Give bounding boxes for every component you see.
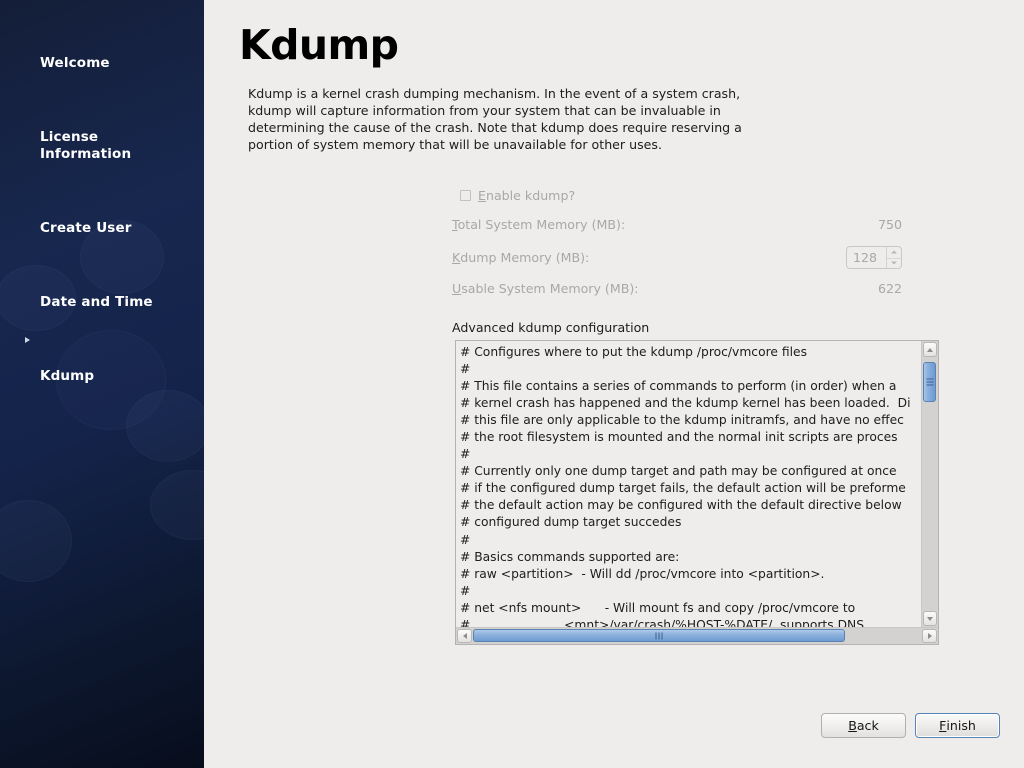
enable-kdump-row[interactable]: Enable kdump? xyxy=(460,188,575,203)
finish-button-mnemonic: F xyxy=(939,718,946,733)
sidebar-item-kdump[interactable]: Kdump xyxy=(0,331,204,405)
scrollbar-grip-icon xyxy=(926,379,933,386)
page-description: Kdump is a kernel crash dumping mechanis… xyxy=(248,85,742,153)
enable-kdump-checkbox[interactable] xyxy=(460,190,471,201)
sidebar-item-label: Create User xyxy=(40,220,194,237)
usable-system-memory-label-rest: sable System Memory (MB): xyxy=(461,281,638,296)
kdump-memory-row: Kdump Memory (MB): 128 xyxy=(452,246,902,269)
kdump-memory-label-rest: dump Memory (MB): xyxy=(460,250,589,265)
advanced-config-textarea[interactable]: # Configures where to put the kdump /pro… xyxy=(456,341,921,627)
usable-system-memory-value: 622 xyxy=(878,281,902,296)
sidebar-item-date-and-time[interactable]: Date and Time xyxy=(0,257,204,331)
back-button[interactable]: Back xyxy=(821,713,906,738)
editor-body: # Configures where to put the kdump /pro… xyxy=(456,341,938,627)
advanced-config-editor: # Configures where to put the kdump /pro… xyxy=(455,340,939,645)
back-button-label: ack xyxy=(857,718,879,733)
enable-kdump-mnemonic: E xyxy=(478,188,486,203)
footer-buttons: Back Finish xyxy=(821,713,1000,738)
horizontal-scrollbar[interactable] xyxy=(456,627,938,644)
advanced-config-label: Advanced kdump configuration xyxy=(452,320,649,335)
finish-button-label: inish xyxy=(946,718,976,733)
usable-system-memory-mnemonic: U xyxy=(452,281,461,296)
sidebar: Welcome License Information Create User … xyxy=(0,0,204,768)
back-button-mnemonic: B xyxy=(848,718,857,733)
total-system-memory-row: Total System Memory (MB): 750 xyxy=(452,217,902,232)
total-system-memory-value: 750 xyxy=(878,217,902,232)
active-arrow-icon xyxy=(25,337,30,343)
total-system-memory-label: Total System Memory (MB): xyxy=(452,217,625,232)
vertical-scrollbar-track[interactable] xyxy=(923,358,937,610)
sidebar-item-label: Welcome xyxy=(40,55,194,72)
sidebar-item-label: Kdump xyxy=(40,368,194,385)
kdump-memory-input[interactable]: 128 xyxy=(847,247,886,268)
page-title: Kdump xyxy=(239,21,398,69)
kdump-memory-label: Kdump Memory (MB): xyxy=(452,250,589,265)
scrollbar-grip-icon xyxy=(655,632,662,639)
vertical-scrollbar-thumb[interactable] xyxy=(923,362,936,402)
sidebar-item-license-information[interactable]: License Information xyxy=(0,92,204,183)
kdump-memory-stepper-buttons xyxy=(886,247,901,268)
total-system-memory-label-rest: otal System Memory (MB): xyxy=(458,217,626,232)
scroll-left-icon[interactable] xyxy=(457,629,472,643)
main-content: Kdump Kdump is a kernel crash dumping me… xyxy=(204,0,1024,768)
scroll-down-icon[interactable] xyxy=(923,611,937,626)
horizontal-scrollbar-thumb[interactable] xyxy=(473,629,845,642)
installer-window: Welcome License Information Create User … xyxy=(0,0,1024,768)
enable-kdump-label-rest: nable kdump? xyxy=(486,188,575,203)
kdump-memory-stepper[interactable]: 128 xyxy=(846,246,902,269)
sidebar-item-label: License Information xyxy=(40,129,194,163)
vertical-scrollbar[interactable] xyxy=(921,341,938,627)
usable-system-memory-label: Usable System Memory (MB): xyxy=(452,281,639,296)
stepper-up-icon[interactable] xyxy=(887,247,901,258)
sidebar-item-welcome[interactable]: Welcome xyxy=(0,18,204,92)
scroll-up-icon[interactable] xyxy=(923,342,937,357)
scroll-right-icon[interactable] xyxy=(922,629,937,643)
stepper-down-icon[interactable] xyxy=(887,258,901,269)
enable-kdump-label: Enable kdump? xyxy=(478,188,575,203)
sidebar-item-create-user[interactable]: Create User xyxy=(0,183,204,257)
sidebar-nav: Welcome License Information Create User … xyxy=(0,0,204,405)
finish-button[interactable]: Finish xyxy=(915,713,1000,738)
sidebar-item-label: Date and Time xyxy=(40,294,194,311)
horizontal-scrollbar-track[interactable] xyxy=(473,629,921,643)
usable-system-memory-row: Usable System Memory (MB): 622 xyxy=(452,281,902,296)
